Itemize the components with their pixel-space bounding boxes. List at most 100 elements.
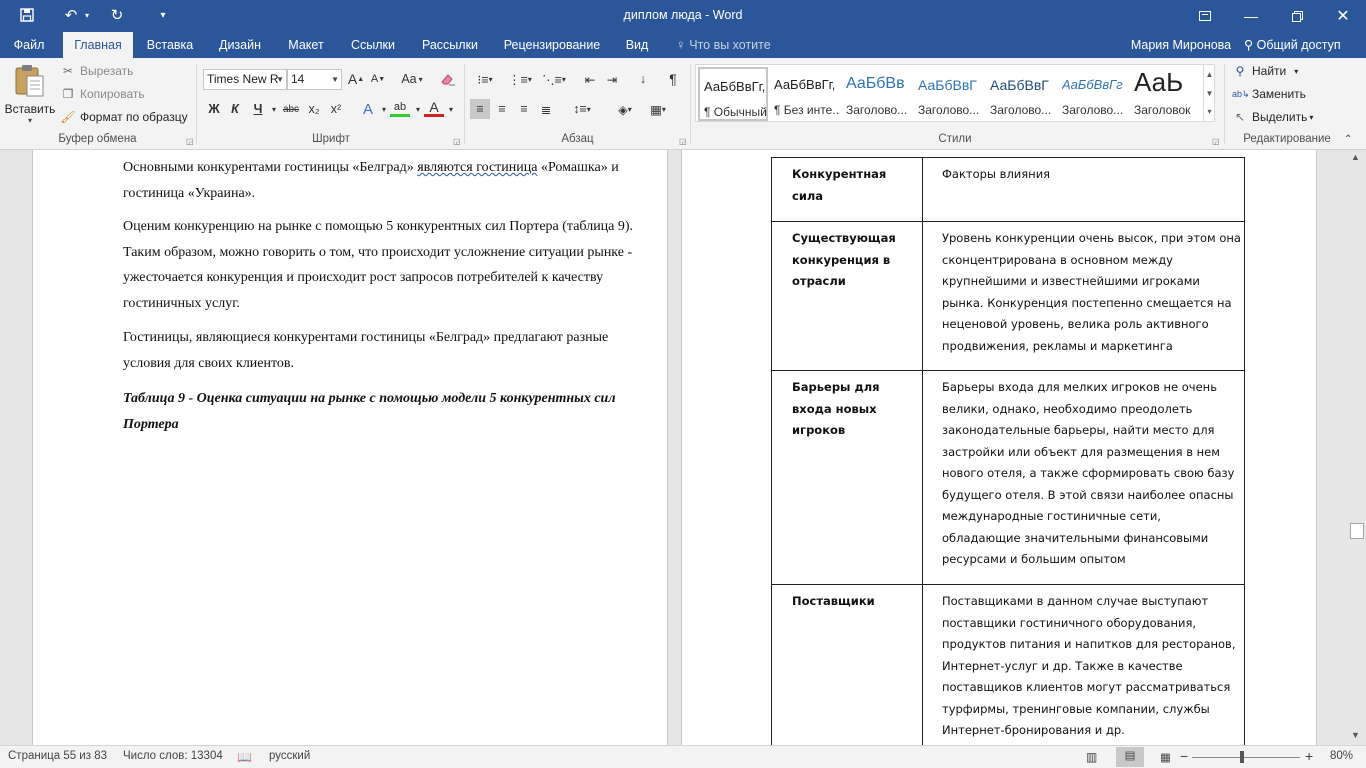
copy-button[interactable]: ❐ Копировать: [60, 87, 145, 101]
table-caption[interactable]: Таблица 9 - Оценка ситуации на рынке с п…: [123, 386, 643, 437]
shrink-font-icon[interactable]: A ▼: [368, 69, 388, 89]
minimize-icon[interactable]: —: [1228, 0, 1274, 32]
zoom-level[interactable]: 80%: [1330, 750, 1353, 762]
font-name-combo[interactable]: Times New R ▼: [203, 69, 287, 90]
replace-label: Заменить: [1252, 87, 1306, 101]
scroll-up-icon[interactable]: ▲: [1351, 152, 1360, 162]
ribbon-display-options-icon[interactable]: [1182, 0, 1228, 32]
tab-design[interactable]: Дизайн: [210, 32, 270, 58]
user-name[interactable]: Мария Миронова: [1126, 32, 1236, 58]
clipboard-launcher-icon[interactable]: ◲: [186, 137, 194, 146]
restore-icon[interactable]: [1274, 0, 1320, 32]
align-right-icon[interactable]: ≡: [514, 99, 534, 119]
tab-view[interactable]: Вид: [620, 32, 654, 58]
table-cell[interactable]: Барьеры для входа новых игроков: [771, 370, 923, 585]
increase-indent-icon[interactable]: ⇥: [602, 69, 622, 89]
paste-button[interactable]: Вставить ▾: [4, 62, 56, 128]
style-title[interactable]: АаЬ Заголовок: [1130, 67, 1200, 121]
borders-icon[interactable]: ▦ ▾: [643, 99, 673, 119]
clear-formatting-icon[interactable]: [438, 69, 458, 89]
paragraph[interactable]: Оценим конкуренцию на рынке с помощью 5 …: [123, 214, 643, 316]
styles-scroll[interactable]: ▲ ▼ ▾: [1203, 65, 1215, 121]
cut-button[interactable]: ✂ Вырезать: [60, 64, 133, 78]
scroll-down-icon[interactable]: ▼: [1351, 730, 1360, 740]
language[interactable]: русский: [269, 750, 310, 762]
page-count[interactable]: Страница 55 из 83: [8, 750, 107, 762]
close-icon[interactable]: ✕: [1320, 0, 1366, 32]
shading-icon[interactable]: ◈ ▾: [610, 99, 640, 119]
multilevel-list-icon[interactable]: ⋱≡ ▾: [539, 69, 569, 89]
chevron-down-icon[interactable]: ▼: [1204, 84, 1215, 103]
style-normal[interactable]: АаБбВвГг, ¶ Обычный: [698, 67, 768, 121]
align-center-icon[interactable]: ≡: [492, 99, 512, 119]
justify-icon[interactable]: ≣: [536, 99, 556, 119]
sort-icon[interactable]: ↓: [633, 69, 653, 89]
word-count[interactable]: Число слов: 13304: [123, 750, 223, 762]
style-heading-3[interactable]: АаБбВвГ Заголово...: [986, 67, 1056, 121]
superscript-button[interactable]: x²: [326, 99, 346, 119]
table-cell[interactable]: Существующая конкуренция в отрасли: [771, 221, 923, 371]
font-launcher-icon[interactable]: ◲: [453, 137, 461, 146]
table-row: Барьеры для входа новых игроков Барьеры …: [771, 370, 1245, 585]
table-cell[interactable]: Конкурентная сила: [771, 157, 923, 222]
strikethrough-button[interactable]: abc: [281, 99, 301, 119]
tab-layout[interactable]: Макет: [280, 32, 332, 58]
font-name-value: Times New R: [207, 72, 279, 86]
replace-button[interactable]: ab↳ Заменить: [1232, 87, 1306, 101]
highlight-color-icon[interactable]: ab: [390, 99, 410, 117]
decrease-indent-icon[interactable]: ⇤: [580, 69, 600, 89]
paragraph[interactable]: Основными конкурентами гостиницы «Белгра…: [123, 155, 643, 206]
align-left-icon[interactable]: ≡: [470, 99, 490, 119]
tab-home[interactable]: Главная: [63, 32, 133, 58]
table-cell[interactable]: Поставщиками в данном случае выступают п…: [922, 584, 1245, 745]
grammar-flagged-text[interactable]: являются гостиница: [417, 160, 537, 175]
paragraph[interactable]: Гостиницы, являющиеся конкурентами гости…: [123, 325, 643, 376]
tell-me-box[interactable]: ♀ Что вы хотите сделать?: [676, 32, 826, 78]
format-painter-button[interactable]: 🖌 Формат по образцу: [60, 110, 187, 124]
style-heading-1[interactable]: АаБбВв Заголово...: [842, 67, 912, 121]
tab-insert[interactable]: Вставка: [140, 32, 200, 58]
tab-file[interactable]: Файл: [5, 32, 53, 58]
font-color-dropdown-icon[interactable]: ▾: [441, 99, 461, 119]
table-cell[interactable]: Факторы влияния: [922, 157, 1245, 222]
zoom-in-icon[interactable]: +: [1305, 748, 1313, 764]
grow-font-icon[interactable]: A ▲: [346, 69, 366, 89]
change-case-icon[interactable]: Aa ▾: [397, 69, 427, 89]
scroll-thumb[interactable]: [1350, 523, 1364, 539]
numbering-icon[interactable]: ⋮≡ ▾: [505, 69, 535, 89]
table-cell[interactable]: Барьеры входа для мелких игроков не очен…: [922, 370, 1245, 585]
tab-mailings[interactable]: Рассылки: [416, 32, 484, 58]
zoom-out-icon[interactable]: −: [1180, 748, 1188, 764]
zoom-slider-thumb[interactable]: [1240, 751, 1244, 763]
page[interactable]: Основными конкурентами гостиницы «Белгра…: [32, 150, 668, 745]
table-cell[interactable]: Уровень конкуренции очень высок, при это…: [922, 221, 1245, 371]
bullets-icon[interactable]: ⁝≡ ▾: [470, 69, 500, 89]
table-cell[interactable]: Поставщики: [771, 584, 923, 745]
share-button[interactable]: ⚲ Общий доступ: [1244, 32, 1354, 58]
zoom-slider[interactable]: [1192, 757, 1300, 758]
chevron-up-icon[interactable]: ▲: [1204, 65, 1215, 84]
print-layout-icon[interactable]: ▤: [1116, 747, 1144, 767]
tab-references[interactable]: Ссылки: [344, 32, 402, 58]
show-marks-icon[interactable]: ¶: [663, 69, 683, 89]
page[interactable]: Конкурентная сила Факторы влияния Сущест…: [681, 150, 1317, 745]
find-button[interactable]: ⚲ Найти ▾: [1232, 64, 1299, 78]
subscript-button[interactable]: x₂: [304, 99, 324, 119]
paragraph-launcher-icon[interactable]: ◲: [679, 137, 687, 146]
vertical-scrollbar[interactable]: ▲ ▼: [1348, 150, 1366, 745]
tab-review[interactable]: Рецензирование: [498, 32, 606, 58]
style-heading-4[interactable]: АаБбВвГг Заголово...: [1058, 67, 1128, 121]
read-mode-icon[interactable]: ▥: [1086, 750, 1097, 764]
proofing-icon[interactable]: 📖: [237, 750, 252, 764]
italic-button[interactable]: К: [225, 99, 245, 119]
web-layout-icon[interactable]: ▦: [1160, 750, 1171, 764]
bold-button[interactable]: Ж: [204, 99, 224, 119]
collapse-ribbon-icon[interactable]: ⌃: [1344, 134, 1352, 145]
style-heading-2[interactable]: АаБбВвГ Заголово...: [914, 67, 984, 121]
style-no-spacing[interactable]: АаБбВвГг, ¶ Без инте...: [770, 67, 840, 121]
more-styles-icon[interactable]: ▾: [1204, 103, 1215, 121]
styles-launcher-icon[interactable]: ◲: [1212, 137, 1220, 146]
select-button[interactable]: ↖ Выделить ▾: [1232, 110, 1313, 124]
line-spacing-icon[interactable]: ↕≡ ▾: [567, 99, 597, 119]
font-size-combo[interactable]: 14 ▼: [287, 69, 342, 90]
